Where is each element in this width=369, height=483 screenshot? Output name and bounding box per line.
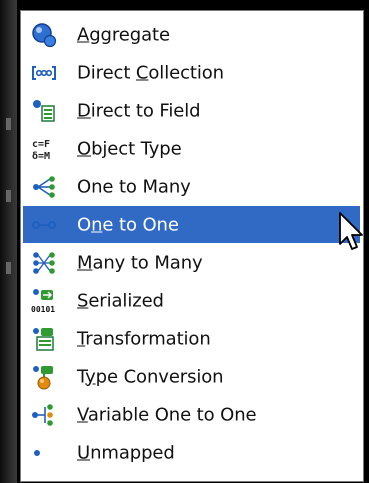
menu-item-label: Type Conversion [77, 366, 224, 387]
one-to-one-icon [31, 212, 57, 238]
svg-text:ϲ=F: ϲ=F [32, 139, 50, 150]
menu-item-transformation[interactable]: Transformation [23, 320, 360, 357]
menu-item-variable-one-to-one[interactable]: Variable One to One [23, 396, 360, 433]
menu-item-one-to-many[interactable]: One to Many [23, 168, 360, 205]
menu-item-label: Serialized [77, 290, 164, 311]
menu-item-many-to-many[interactable]: Many to Many [23, 244, 360, 281]
menu-item-label: One to One [77, 214, 179, 235]
many-to-many-icon [31, 250, 57, 276]
svg-text:δ=M: δ=M [32, 151, 50, 162]
menu-item-label: Object Type [77, 138, 182, 159]
aggregate-icon [31, 22, 57, 48]
menu-item-label: Transformation [77, 328, 211, 349]
menu-item-label: Direct to Field [77, 100, 201, 121]
edge-mark [6, 118, 11, 130]
object-type-icon: ϲ=F δ=M [31, 136, 57, 162]
background-window-edge [0, 0, 17, 483]
edge-mark [6, 190, 11, 202]
unmapped-icon [31, 440, 57, 466]
direct-to-field-icon [31, 98, 57, 124]
menu-item-serialized[interactable]: 00101 Serialized [23, 282, 360, 319]
variable-one-to-one-icon [31, 402, 57, 428]
direct-collection-icon [31, 60, 57, 86]
serialized-icon: 00101 [31, 288, 57, 314]
screenshot-stage: Aggregate Direct Collection Direct to Fi… [0, 0, 369, 483]
mapping-type-menu: Aggregate Direct Collection Direct to Fi… [20, 10, 364, 482]
type-conversion-icon [31, 364, 57, 390]
menu-item-object-type[interactable]: ϲ=F δ=M Object Type [23, 130, 360, 167]
menu-item-direct-collection[interactable]: Direct Collection [23, 54, 360, 91]
menu-item-label: Many to Many [77, 252, 203, 273]
menu-item-label: Variable One to One [77, 404, 257, 425]
svg-text:00101: 00101 [31, 305, 55, 314]
menu-item-label: One to Many [77, 176, 191, 197]
menu-item-label: Aggregate [77, 24, 170, 45]
menu-item-type-conversion[interactable]: Type Conversion [23, 358, 360, 395]
menu-item-label: Direct Collection [77, 62, 224, 83]
edge-mark [6, 262, 11, 274]
menu-item-unmapped[interactable]: Unmapped [23, 434, 360, 471]
menu-item-one-to-one[interactable]: One to One [23, 206, 360, 243]
menu-item-aggregate[interactable]: Aggregate [23, 16, 360, 53]
transformation-icon [31, 326, 57, 352]
one-to-many-icon [31, 174, 57, 200]
menu-item-direct-to-field[interactable]: Direct to Field [23, 92, 360, 129]
menu-item-label: Unmapped [77, 442, 175, 463]
